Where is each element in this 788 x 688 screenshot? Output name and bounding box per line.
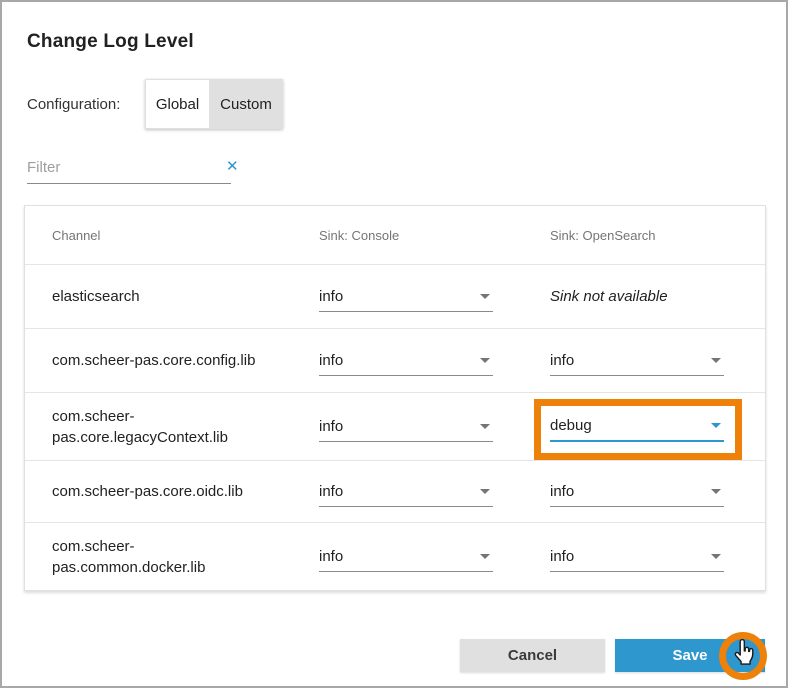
sink-console-cell: info	[319, 282, 550, 312]
table-row: com.scheer-pas.common.docker.libinfoinfo	[25, 522, 765, 590]
table-row: com.scheer-pas.core.legacyContext.libinf…	[25, 392, 765, 460]
chevron-down-icon	[480, 554, 490, 559]
console-level-select[interactable]: info	[319, 346, 493, 376]
column-header-sink-console: Sink: Console	[319, 228, 550, 243]
configuration-toggle: Global Custom	[145, 79, 283, 129]
sink-opensearch-cell: info	[550, 477, 765, 507]
console-level-select[interactable]: info	[319, 282, 493, 312]
dialog-title: Change Log Level	[27, 31, 194, 53]
chevron-down-icon	[711, 423, 721, 428]
console-level-select[interactable]: info	[319, 477, 493, 507]
select-value: info	[319, 483, 343, 500]
change-log-level-dialog: Change Log Level Configuration: Global C…	[0, 0, 788, 688]
console-level-select[interactable]: info	[319, 542, 493, 572]
select-value: info	[319, 288, 343, 305]
opensearch-level-select[interactable]: info	[550, 346, 724, 376]
cancel-button[interactable]: Cancel	[460, 639, 605, 672]
filter-field: ✕	[27, 152, 231, 184]
chevron-down-icon	[480, 489, 490, 494]
sink-opensearch-cell: info	[550, 346, 765, 376]
select-value: info	[550, 352, 574, 369]
opensearch-level-select[interactable]: info	[550, 542, 724, 572]
sink-console-cell: info	[319, 542, 550, 572]
table-body: elasticsearchinfoSink not availablecom.s…	[25, 264, 765, 590]
save-button[interactable]: Save	[615, 639, 765, 672]
opensearch-level-select[interactable]: debug	[550, 412, 724, 442]
channel-cell: elasticsearch	[25, 286, 319, 307]
filter-input[interactable]	[27, 152, 226, 183]
channel-cell: com.scheer-pas.core.config.lib	[25, 350, 319, 371]
select-value: info	[550, 548, 574, 565]
sink-opensearch-cell: Sink not available	[550, 288, 765, 305]
sink-console-cell: info	[319, 412, 550, 442]
select-value: info	[550, 483, 574, 500]
sink-not-available-note: Sink not available	[550, 288, 765, 305]
channel-cell: com.scheer-pas.core.legacyContext.lib	[25, 406, 319, 448]
console-level-select[interactable]: info	[319, 412, 493, 442]
table-row: com.scheer-pas.core.config.libinfoinfo	[25, 328, 765, 392]
table-header: Channel Sink: Console Sink: OpenSearch	[25, 206, 765, 264]
table-row: com.scheer-pas.core.oidc.libinfoinfo	[25, 460, 765, 522]
column-header-channel: Channel	[25, 228, 319, 243]
column-header-sink-opensearch: Sink: OpenSearch	[550, 228, 765, 243]
chevron-down-icon	[480, 424, 490, 429]
chevron-down-icon	[711, 489, 721, 494]
select-value: debug	[550, 417, 592, 434]
log-level-table: Channel Sink: Console Sink: OpenSearch e…	[24, 205, 766, 591]
configuration-label: Configuration:	[27, 96, 120, 113]
toggle-custom-button[interactable]: Custom	[209, 79, 283, 129]
select-value: info	[319, 548, 343, 565]
chevron-down-icon	[711, 358, 721, 363]
sink-opensearch-cell: debug	[550, 412, 765, 442]
channel-cell: com.scheer-pas.common.docker.lib	[25, 536, 319, 578]
channel-cell: com.scheer-pas.core.oidc.lib	[25, 481, 319, 502]
toggle-global-button[interactable]: Global	[145, 79, 209, 129]
chevron-down-icon	[711, 554, 721, 559]
sink-console-cell: info	[319, 346, 550, 376]
chevron-down-icon	[480, 294, 490, 299]
sink-opensearch-cell: info	[550, 542, 765, 572]
table-row: elasticsearchinfo Sink not available	[25, 264, 765, 328]
sink-console-cell: info	[319, 477, 550, 507]
select-value: info	[319, 418, 343, 435]
opensearch-level-select[interactable]: info	[550, 477, 724, 507]
clear-filter-icon[interactable]: ✕	[226, 159, 239, 176]
select-value: info	[319, 352, 343, 369]
chevron-down-icon	[480, 358, 490, 363]
